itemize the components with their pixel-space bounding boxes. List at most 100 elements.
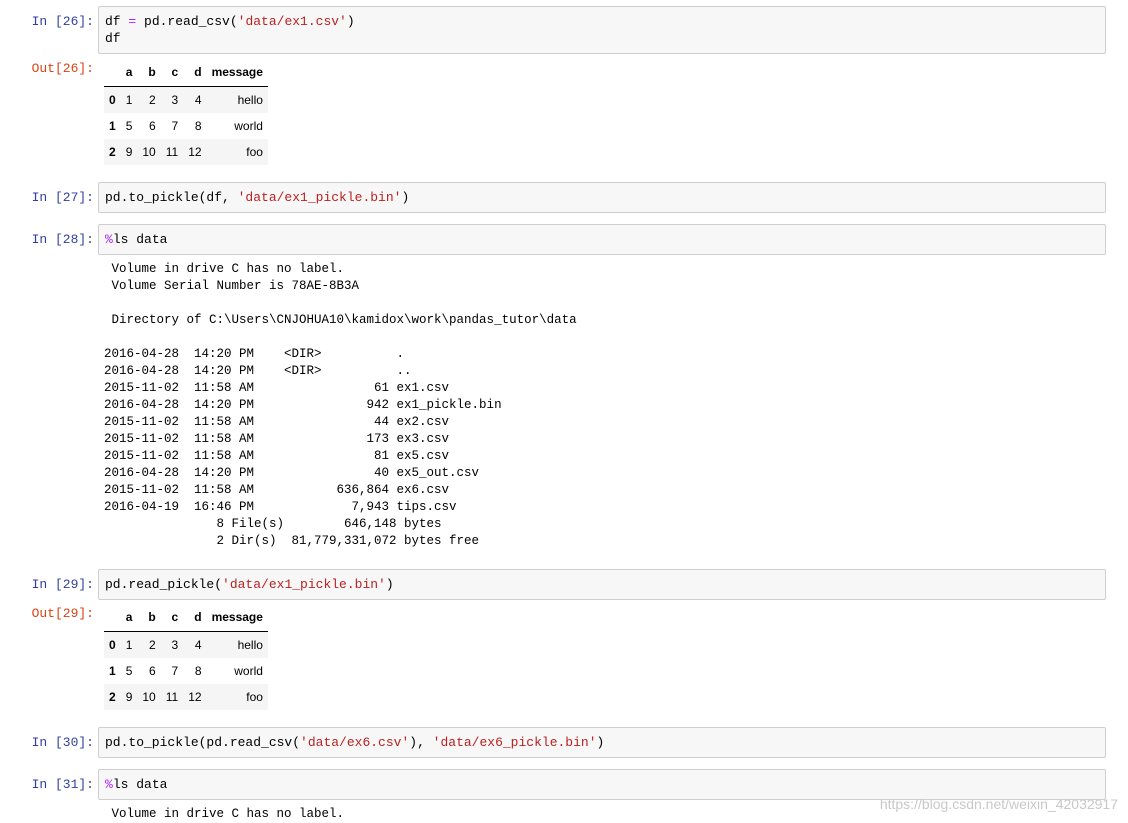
code-token: % (105, 232, 113, 247)
table-cell: 12 (188, 690, 202, 704)
in-prompt-26: In [26]: (31, 14, 94, 29)
code-token: ) (346, 14, 355, 29)
column-header: c (160, 58, 184, 87)
code-token: % (105, 777, 113, 792)
table-cell: 5 (125, 119, 133, 133)
output-line: 2016-04-28 14:20 PM 40 ex5_out.csv (104, 466, 480, 480)
code-line: pd.to_pickle(pd.read_csv('data/ex6.csv')… (105, 734, 1099, 751)
table-cell: 11 (165, 690, 179, 704)
table-cell: 12 (188, 145, 202, 159)
table-cell: hello (237, 93, 263, 107)
row-index: 2 (109, 690, 116, 704)
table-cell: 7 (171, 119, 179, 133)
output-line: Volume Serial Number is 78AE-8B3A (104, 279, 360, 293)
table-row: 1 5 6 7 8 world (104, 658, 268, 684)
code-token: pd.read_csv( (136, 14, 238, 29)
code-cell-29[interactable]: pd.read_pickle('data/ex1_pickle.bin') (98, 569, 1106, 600)
output-line: 2016-04-28 14:20 PM <DIR> .. (104, 364, 412, 378)
code-token: ls data (112, 232, 168, 247)
table-cell: world (234, 119, 263, 133)
output-line: 2016-04-19 16:46 PM 7,943 tips.csv (104, 500, 457, 514)
code-token: ls data (112, 777, 168, 792)
code-token: 'data/ex1_pickle.bin' (237, 190, 402, 205)
code-token: 'data/ex6.csv' (300, 735, 410, 750)
output-line: Volume in drive C has no label. (104, 807, 345, 821)
in-prompt-30: In [30]: (31, 735, 94, 750)
output-line: 2015-11-02 11:58 AM 44 ex2.csv (104, 415, 450, 429)
code-token: ) (385, 577, 394, 592)
code-cell-30[interactable]: pd.to_pickle(pd.read_csv('data/ex6.csv')… (98, 727, 1106, 758)
output-line: Volume in drive C has no label. (104, 262, 345, 276)
output-line: 2015-11-02 11:58 AM 81 ex5.csv (104, 449, 450, 463)
table-cell: 2 (149, 93, 156, 107)
code-line: df (105, 30, 1099, 47)
code-cell-26[interactable]: df = pd.read_csv('data/ex1.csv') df (98, 6, 1106, 54)
row-index: 1 (109, 664, 116, 678)
dataframe-output-29: a b c d message 0 1 2 3 4 hello 1 5 6 7 8 world 2 9 10 11 12 f… (104, 603, 268, 710)
row-index: 0 (109, 638, 116, 652)
table-cell: 11 (165, 145, 179, 159)
ls-output-31: Volume in drive C has no label. (104, 806, 345, 823)
code-token: pd.read_pickle( (105, 577, 223, 592)
output-line: 8 File(s) 646,148 bytes (104, 517, 442, 531)
code-token: pd.to_pickle(pd.read_csv( (105, 735, 301, 750)
ls-output-28: Volume in drive C has no label. Volume S… (104, 261, 577, 550)
code-cell-28[interactable]: %ls data (98, 224, 1106, 255)
table-cell: 2 (149, 638, 156, 652)
out-prompt-29: Out[29]: (31, 606, 94, 621)
out-prompt-26: Out[26]: (31, 61, 94, 76)
code-line: %ls data (105, 776, 1099, 793)
table-cell: 10 (142, 145, 156, 159)
code-token: ) (596, 735, 605, 750)
table-cell: 5 (125, 664, 133, 678)
table-cell: 6 (149, 664, 156, 678)
table-row: 2 9 10 11 12 foo (104, 684, 268, 710)
code-line: pd.read_pickle('data/ex1_pickle.bin') (105, 576, 1099, 593)
in-prompt-28: In [28]: (31, 232, 94, 247)
column-header: b (137, 58, 161, 87)
column-header: d (183, 603, 207, 632)
row-index: 0 (109, 93, 116, 107)
output-line: Directory of C:\Users\CNJOHUA10\kamidox\… (104, 313, 577, 327)
code-line: %ls data (105, 231, 1099, 248)
output-line: 2016-04-28 14:20 PM 942 ex1_pickle.bin (104, 398, 502, 412)
code-token: pd.to_pickle(df, (105, 190, 238, 205)
in-prompt-27: In [27]: (31, 190, 94, 205)
in-prompt-31: In [31]: (31, 777, 94, 792)
row-index: 2 (109, 145, 116, 159)
table-row: 0 1 2 3 4 hello (104, 86, 268, 113)
table-cell: foo (246, 690, 263, 704)
output-line: 2015-11-02 11:58 AM 636,864 ex6.csv (104, 483, 450, 497)
column-header: message (206, 58, 268, 87)
table-cell: 8 (194, 119, 202, 133)
table-cell: 1 (125, 638, 133, 652)
table-row: 2 9 10 11 12 foo (104, 139, 268, 165)
table-cell: 9 (125, 690, 133, 704)
column-header: message (206, 603, 268, 632)
table-cell: 6 (149, 119, 156, 133)
code-cell-27[interactable]: pd.to_pickle(df, 'data/ex1_pickle.bin') (98, 182, 1106, 213)
output-line: 2015-11-02 11:58 AM 173 ex3.csv (104, 432, 450, 446)
code-token: 'data/ex1.csv' (237, 14, 347, 29)
output-line: 2 Dir(s) 81,779,331,072 bytes free (104, 534, 480, 548)
table-cell: hello (237, 638, 263, 652)
table-cell: 3 (171, 93, 179, 107)
code-line: df = pd.read_csv('data/ex1.csv') (105, 13, 1099, 30)
table-cell: 3 (171, 638, 179, 652)
column-header: b (137, 603, 161, 632)
table-cell: 9 (125, 145, 133, 159)
column-header: a (120, 58, 138, 87)
table-cell: 8 (194, 664, 202, 678)
table-cell: 10 (142, 690, 156, 704)
code-token: 'data/ex1_pickle.bin' (222, 577, 386, 592)
column-header: d (183, 58, 207, 87)
watermark: https://blog.csdn.net/weixin_42032917 (879, 796, 1118, 812)
column-header: c (160, 603, 184, 632)
in-prompt-29: In [29]: (31, 577, 94, 592)
table-cell: 7 (171, 664, 179, 678)
column-header (104, 58, 121, 87)
output-line: 2015-11-02 11:58 AM 61 ex1.csv (104, 381, 450, 395)
table-row: 1 5 6 7 8 world (104, 113, 268, 139)
